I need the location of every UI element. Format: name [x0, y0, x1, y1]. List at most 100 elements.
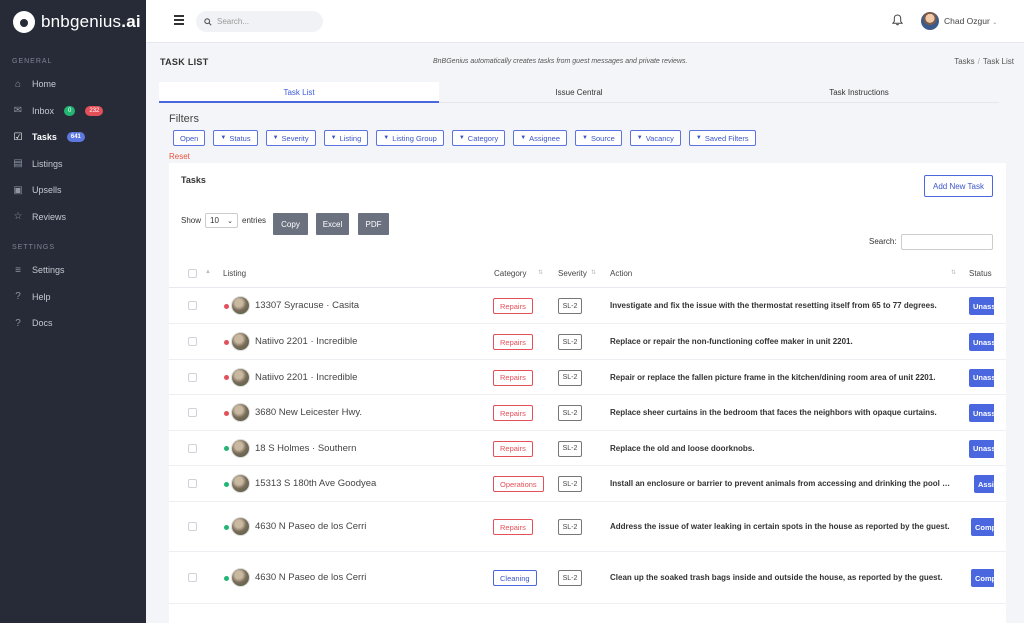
task-action-text[interactable]: Install an enclosure or barrier to preve…	[610, 479, 955, 488]
row-checkbox[interactable]	[188, 573, 197, 582]
listing-name[interactable]: 4630 N Paseo de los Cerri	[255, 521, 366, 532]
row-checkbox[interactable]	[188, 337, 197, 346]
sort-icon: ⇅	[951, 270, 957, 276]
sort-icon[interactable]: ▲	[205, 269, 211, 275]
excel-button[interactable]: Excel	[316, 213, 349, 235]
caret-down-icon: ▼	[695, 135, 702, 141]
hamburger-menu-icon[interactable]	[174, 15, 184, 25]
table-row[interactable]: Natiivo 2201 · Incredible Repairs SL-2 Repl…	[169, 324, 1006, 360]
table-row[interactable]: 15313 S 180th Ave Goodyea Operations SL-2 I…	[169, 466, 1006, 502]
chevron-down-icon: ⌄	[227, 217, 234, 225]
filter-listing-button[interactable]: ▼ Listing	[323, 130, 369, 146]
sliders-icon: ≡	[15, 264, 21, 276]
status-badge[interactable]: Completed	[971, 569, 994, 587]
breadcrumb-tasks[interactable]: Tasks	[954, 57, 974, 66]
task-action-text[interactable]: Repair or replace the fallen picture fra…	[610, 373, 955, 382]
header-listing[interactable]: Listing	[223, 269, 246, 278]
listing-name[interactable]: 15313 S 180th Ave Goodyea	[255, 478, 376, 489]
task-action-text[interactable]: Clean up the soaked trash bags inside an…	[610, 573, 955, 582]
task-action-text[interactable]: Address the issue of water leaking in ce…	[610, 522, 955, 531]
tasks-card: Tasks Add New Task Show 10 ⌄ entries Copy…	[169, 163, 1006, 623]
status-badge[interactable]: Unassigned	[969, 368, 994, 387]
filter-saved-filters-button[interactable]: ▼ Saved Filters	[688, 130, 756, 146]
filter-category-button[interactable]: ▼ Category	[451, 130, 506, 146]
sort-icon: ⇅	[591, 270, 597, 276]
row-checkbox[interactable]	[188, 301, 197, 310]
status-badge[interactable]: Completed	[971, 518, 994, 536]
table-row[interactable]: 18 S Holmes · Southern Repairs SL-2 Replace…	[169, 431, 1006, 466]
home-icon: ⌂	[14, 78, 22, 90]
header-status[interactable]: Status	[969, 269, 992, 278]
header-category[interactable]: Category	[494, 269, 526, 278]
reset-filters-link[interactable]: Reset	[169, 152, 190, 161]
breadcrumb-task-list: Task List	[982, 57, 1014, 66]
help-icon: ?	[15, 291, 21, 303]
sidebar-item-help[interactable]: ? Help	[0, 284, 146, 311]
sidebar-item-settings[interactable]: ≡ Settings	[0, 257, 146, 284]
filter-source-button[interactable]: ▼ Source	[575, 130, 622, 146]
listing-name[interactable]: 4630 N Paseo de los Cerri	[255, 572, 366, 583]
row-checkbox[interactable]	[188, 443, 197, 453]
global-search	[196, 11, 323, 32]
tab-task-instructions[interactable]: Task Instructions	[719, 82, 999, 103]
filter-assignee-button[interactable]: ▼ Assignee	[513, 130, 568, 146]
header-severity[interactable]: Severity	[558, 269, 587, 278]
table-search-input[interactable]	[901, 234, 993, 250]
sidebar-item-reviews[interactable]: ☆ Reviews	[0, 204, 146, 231]
sidebar-item-listings[interactable]: ▤ Listings	[0, 151, 146, 178]
caret-down-icon: ▼	[582, 135, 588, 141]
sidebar-item-home[interactable]: ⌂ Home	[0, 71, 146, 98]
sidebar-item-docs[interactable]: ? Docs	[0, 310, 146, 337]
listing-name[interactable]: 18 S Holmes · Southern	[255, 443, 356, 454]
sidebar-item-inbox[interactable]: ✉ Inbox 0 232	[0, 98, 146, 125]
task-action-text[interactable]: Replace or repair the non-functioning co…	[610, 337, 955, 346]
row-checkbox[interactable]	[188, 408, 197, 417]
listing-name[interactable]: 13307 Syracuse · Casita	[255, 300, 359, 311]
status-badge[interactable]: Unassigned	[969, 404, 994, 422]
tab-task-list[interactable]: Task List	[159, 82, 439, 103]
row-checkbox[interactable]	[188, 522, 197, 531]
task-action-text[interactable]: Replace sheer curtains in the bedroom th…	[610, 408, 955, 417]
header-action[interactable]: Action	[610, 269, 632, 278]
user-menu[interactable]: Chad Ozgur ⌄	[944, 16, 997, 26]
status-badge[interactable]: Unassigned	[969, 439, 994, 458]
listing-name[interactable]: 3680 New Leicester Hwy.	[255, 407, 362, 418]
select-all-checkbox[interactable]	[188, 269, 197, 278]
brand-logo[interactable]: bnbgenius.ai	[0, 0, 146, 44]
sidebar-item-tasks[interactable]: ☑ Tasks 641	[0, 124, 146, 151]
sidebar-item-upsells[interactable]: ▣ Upsells	[0, 177, 146, 204]
add-new-task-button[interactable]: Add New Task	[924, 175, 993, 197]
filter-vacancy-button[interactable]: ▼ Vacancy	[629, 130, 681, 146]
status-badge[interactable]: Unassigned	[969, 297, 994, 315]
pdf-button[interactable]: PDF	[358, 213, 389, 235]
user-avatar[interactable]	[921, 12, 939, 30]
table-row[interactable]: 3680 New Leicester Hwy. Repairs SL-2 Replac…	[169, 395, 1006, 431]
listing-status-dot	[224, 375, 229, 380]
status-badge[interactable]: Assigned	[974, 475, 994, 493]
tab-issue-central[interactable]: Issue Central	[439, 82, 719, 103]
global-search-input[interactable]	[217, 17, 317, 26]
row-checkbox[interactable]	[188, 479, 197, 488]
status-badge[interactable]: Unassigned	[969, 333, 994, 351]
listing-name[interactable]: Natiivo 2201 · Incredible	[255, 372, 357, 383]
table-row[interactable]: 4630 N Paseo de los Cerri Cleaning SL-2 Cle…	[169, 552, 1006, 604]
task-action-text[interactable]: Replace the old and loose doorknobs.	[610, 444, 955, 453]
filter-severity-button[interactable]: ▼ Severity	[265, 130, 316, 146]
task-action-text[interactable]: Investigate and fix the issue with the t…	[610, 301, 955, 310]
filter-open-button[interactable]: Open	[173, 130, 206, 146]
filter-listing-group-button[interactable]: ▼ Listing Group	[376, 130, 444, 146]
notification-bell-icon[interactable]	[892, 14, 903, 26]
listing-status-dot	[224, 524, 229, 530]
table-header: ▲ Listing Category ⇅ Severity ⇅ Action ⇅…	[169, 260, 1006, 288]
listing-status-dot	[224, 303, 229, 309]
listing-name[interactable]: Natiivo 2201 · Incredible	[255, 336, 357, 347]
filter-status-button[interactable]: ▼ Status	[213, 130, 258, 146]
entries-control: Show 10 ⌄ entries	[181, 213, 266, 228]
table-row[interactable]: 4630 N Paseo de los Cerri Repairs SL-2 Addr…	[169, 502, 1006, 552]
table-row[interactable]: 13307 Syracuse · Casita Repairs SL-2 Invest…	[169, 288, 1006, 324]
table-row[interactable]: Natiivo 2201 · Incredible Repairs SL-2 Repa…	[169, 360, 1006, 395]
row-checkbox[interactable]	[188, 372, 197, 382]
caret-down-icon: ▼	[458, 135, 465, 141]
copy-button[interactable]: Copy	[273, 213, 308, 235]
entries-select[interactable]: 10 ⌄	[205, 213, 239, 228]
